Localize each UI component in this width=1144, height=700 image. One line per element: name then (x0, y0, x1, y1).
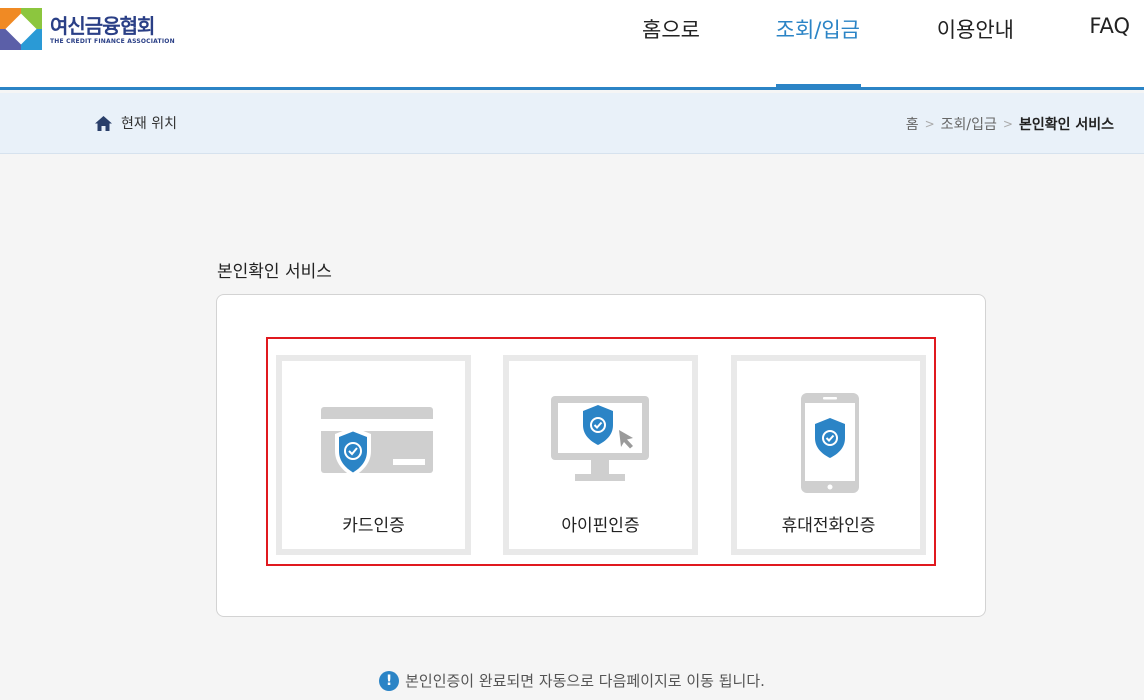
logo[interactable]: 여신금융협회 THE CREDIT FINANCE ASSOCIATION (0, 8, 175, 50)
ipin-auth-label: 아이핀인증 (561, 516, 640, 536)
nav-item-faq[interactable]: FAQ (1089, 14, 1130, 38)
ipin-auth-button[interactable]: 아이핀인증 (503, 355, 698, 555)
card-shield-icon (321, 407, 433, 477)
breadcrumb-current: 본인확인 서비스 (1018, 117, 1114, 133)
site-header: 여신금융협회 THE CREDIT FINANCE ASSOCIATION 홈으… (0, 0, 1144, 90)
location-bar: 현재 위치 홈 > 조회/입금 > 본인확인 서비스 (0, 93, 1144, 154)
current-location: 현재 위치 (95, 113, 177, 133)
auth-notice: ! 본인인증이 완료되면 자동으로 다음페이지로 이동 됩니다. (0, 670, 1144, 691)
monitor-shield-icon (551, 396, 649, 481)
breadcrumb: 홈 > 조회/입금 > 본인확인 서비스 (906, 114, 1114, 134)
breadcrumb-home[interactable]: 홈 (906, 114, 919, 134)
logo-mark-icon (0, 8, 42, 50)
phone-auth-label: 휴대전화인증 (781, 516, 876, 536)
breadcrumb-separator: > (924, 117, 935, 131)
logo-name-ko: 여신금융협회 (50, 13, 155, 38)
phone-auth-button[interactable]: 휴대전화인증 (731, 355, 926, 555)
info-exclamation-icon: ! (379, 670, 400, 691)
home-icon (95, 115, 112, 131)
current-location-label: 현재 위치 (121, 116, 177, 132)
active-nav-indicator (776, 84, 861, 88)
breadcrumb-inquiry-payment[interactable]: 조회/입금 (941, 114, 997, 134)
phone-shield-icon (801, 393, 859, 493)
auth-notice-text: 본인인증이 완료되면 자동으로 다음페이지로 이동 됩니다. (405, 672, 765, 690)
logo-name-en: THE CREDIT FINANCE ASSOCIATION (50, 37, 175, 45)
page-title: 본인확인 서비스 (217, 262, 332, 282)
card-auth-button[interactable]: 카드인증 (276, 355, 471, 555)
card-auth-label: 카드인증 (342, 516, 405, 536)
nav-item-guide[interactable]: 이용안내 (937, 14, 1014, 44)
nav-item-home[interactable]: 홈으로 (642, 14, 700, 44)
nav-item-inquiry-payment[interactable]: 조회/입금 (776, 14, 860, 44)
breadcrumb-separator: > (1002, 117, 1013, 131)
